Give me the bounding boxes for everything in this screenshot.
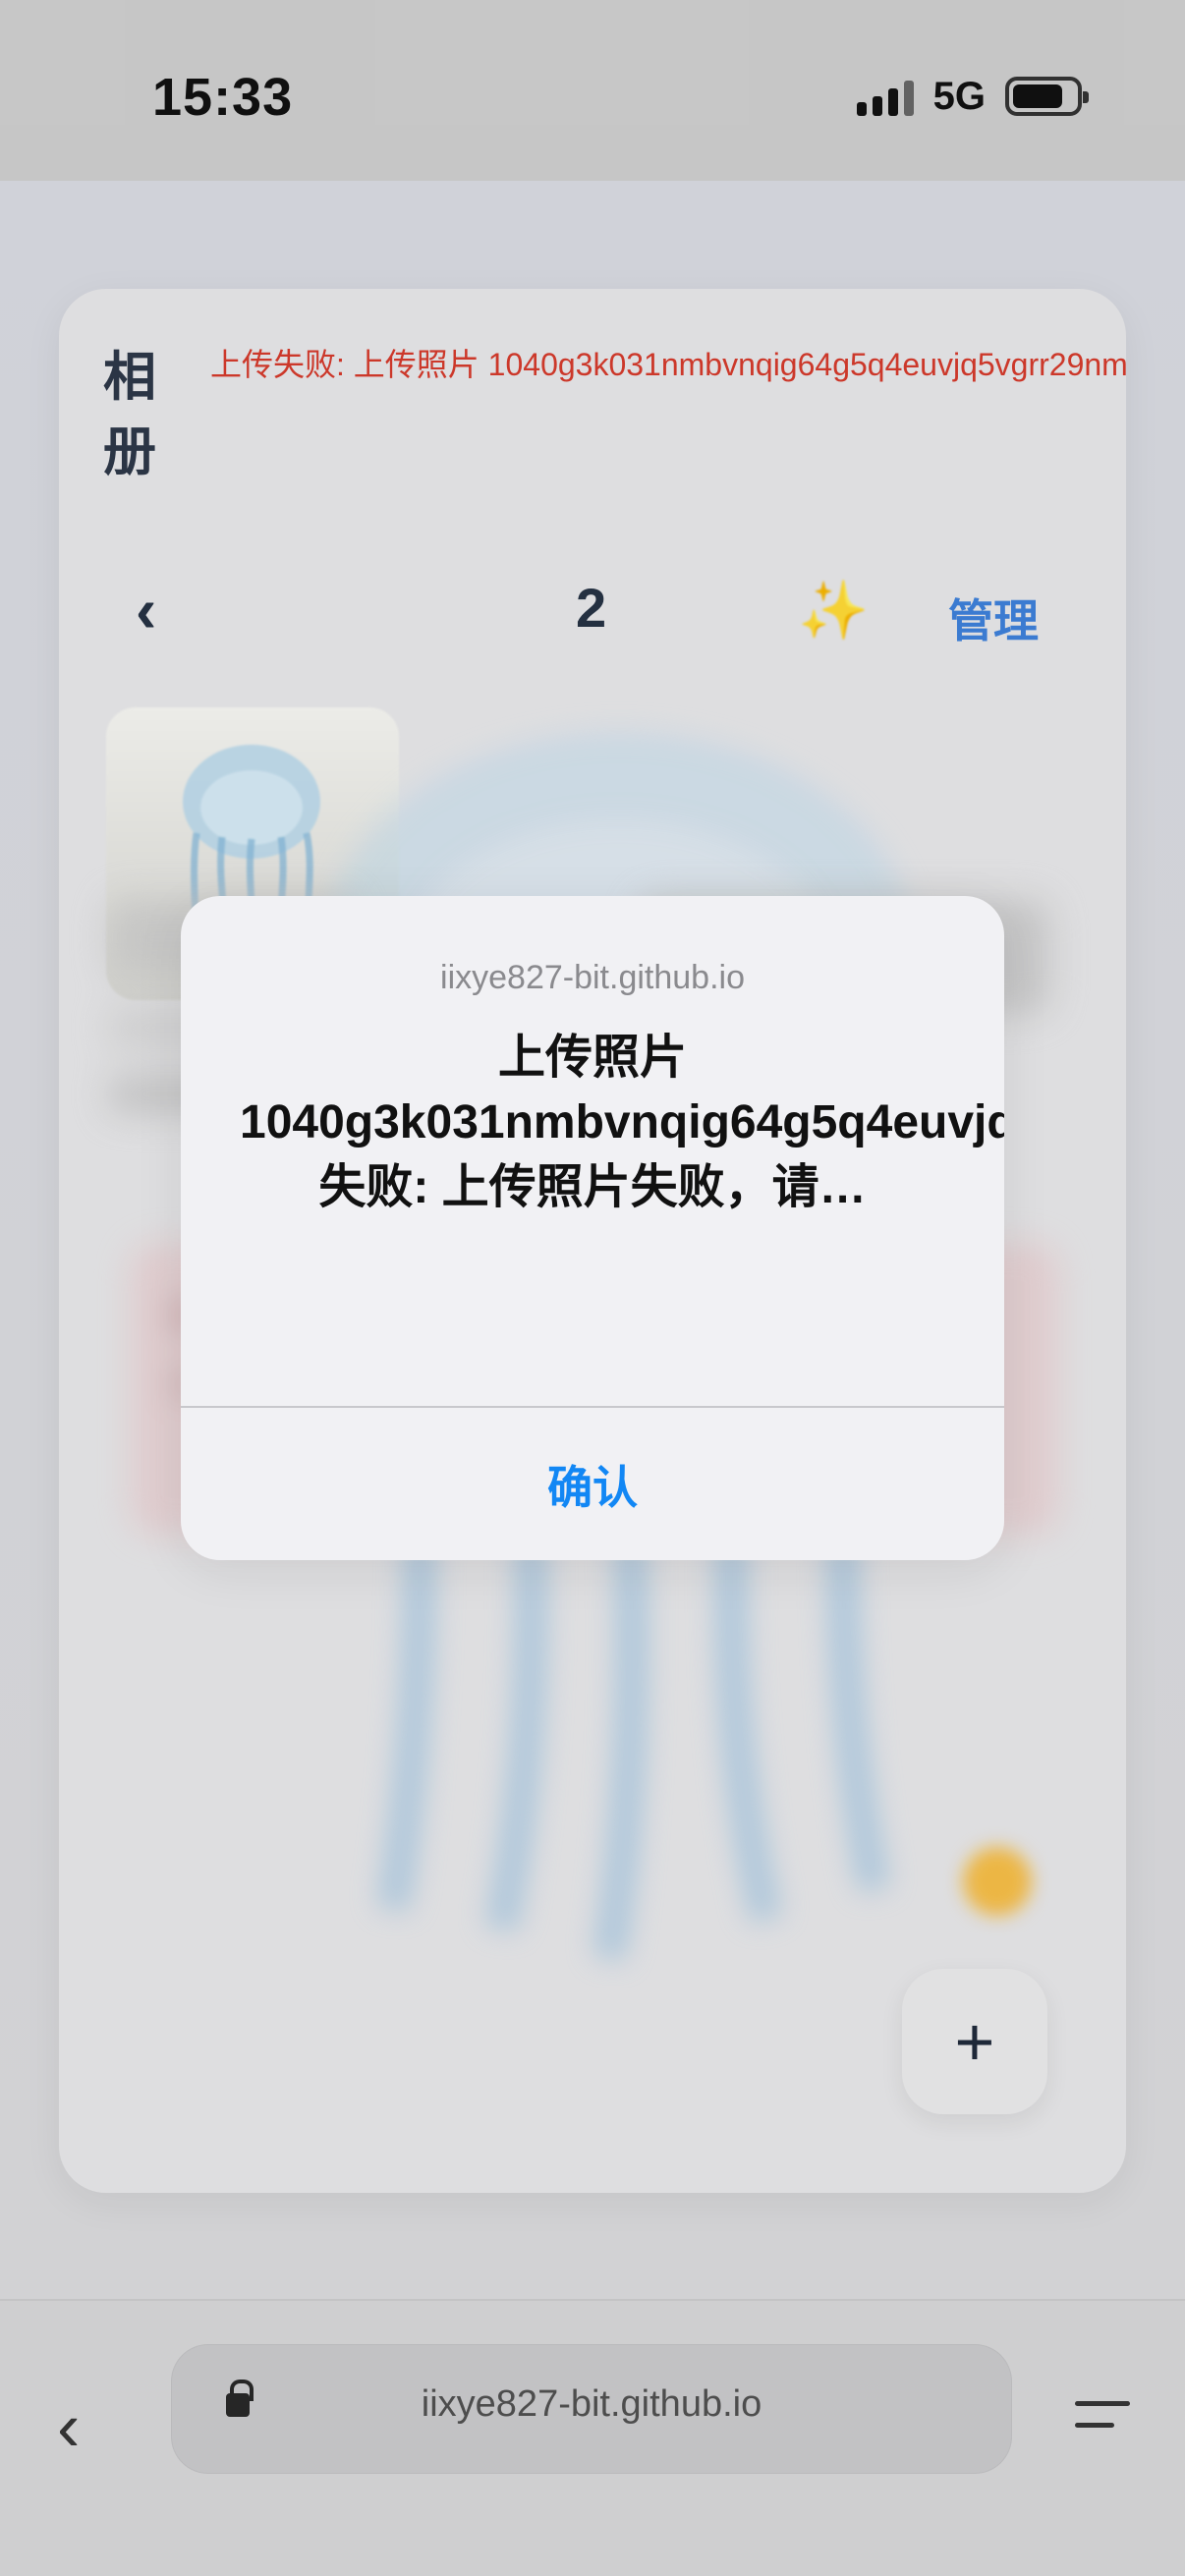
menu-icon[interactable] [1075,2401,1130,2435]
dialog-origin: iixye827-bit.github.io [440,959,745,996]
address-bar[interactable]: iixye827-bit.github.io [171,2344,1012,2474]
url-text: iixye827-bit.github.io [421,2383,762,2425]
browser-toolbar: ‹ iixye827-bit.github.io [0,2299,1185,2576]
chevron-left-icon[interactable]: ‹ [57,2387,80,2466]
confirm-button[interactable]: 确认 [181,1408,1004,1560]
alert-dialog: iixye827-bit.github.io 上传照片 1040g3k031nm… [181,896,1004,1560]
dialog-message: 上传照片 1040g3k031nmbvnqig64g5q4euvjq5vgrr2… [240,1032,1004,1213]
